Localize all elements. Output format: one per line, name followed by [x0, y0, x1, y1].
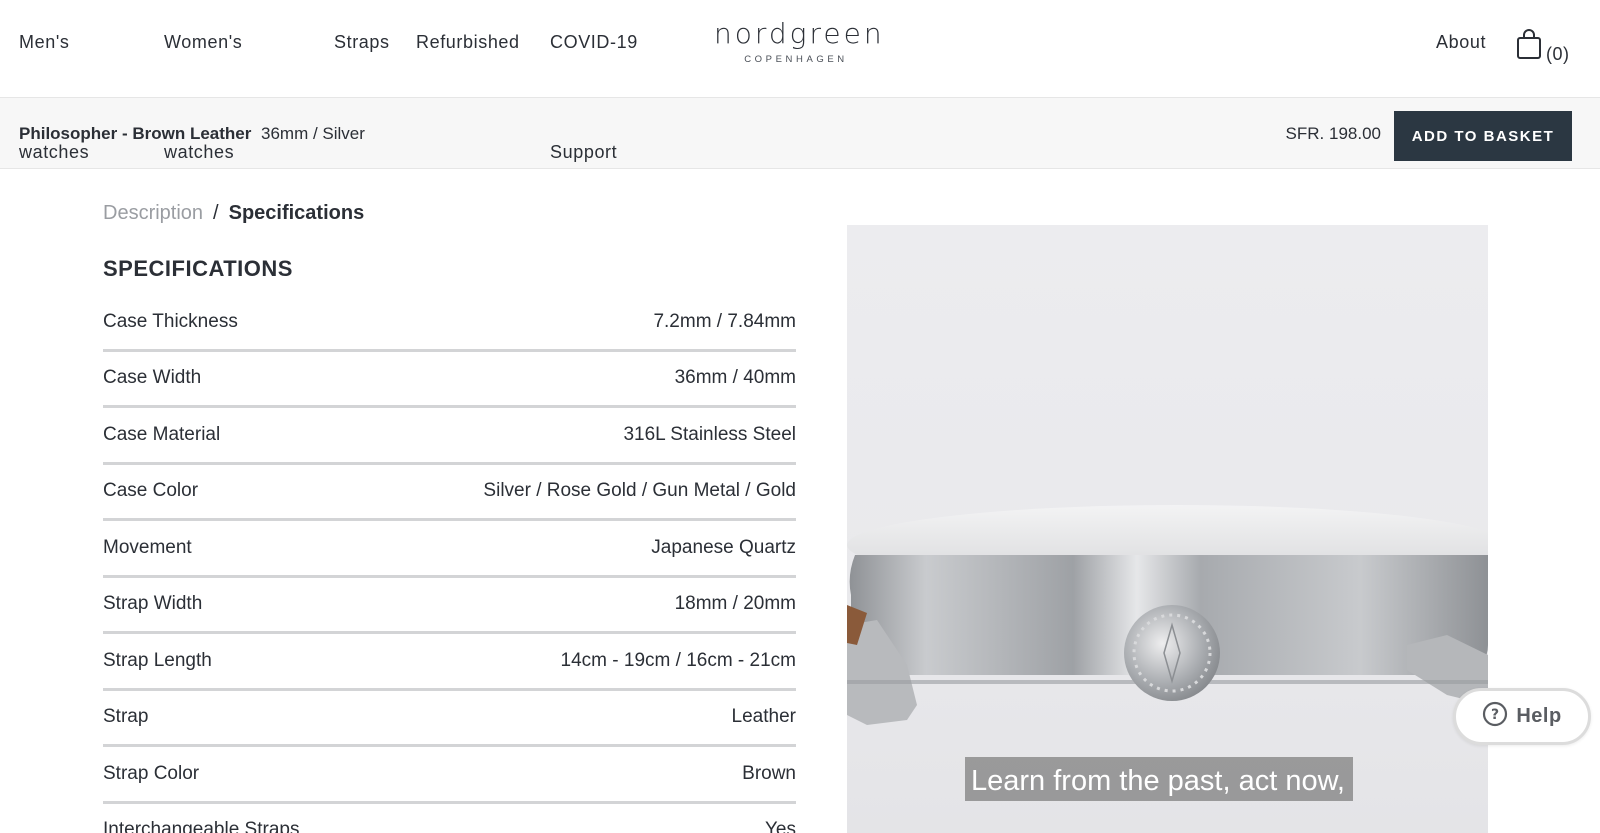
spec-row: Strap Leather: [103, 691, 796, 747]
nav-covid-label[interactable]: COVID-19: [550, 32, 638, 52]
add-to-basket-button[interactable]: ADD TO BASKET: [1394, 111, 1572, 161]
spec-label: Strap Width: [103, 593, 203, 615]
spec-value: 36mm / 40mm: [674, 367, 796, 389]
spec-row: Case Width 36mm / 40mm: [103, 352, 796, 408]
nav-womens-watches[interactable]: Women's: [164, 32, 242, 53]
svg-text:?: ?: [1491, 707, 1499, 723]
nav-covid-support[interactable]: COVID-19: [550, 32, 638, 53]
video-caption: Learn from the past, act now,: [965, 757, 1353, 801]
logo-wordmark: nordgreen: [714, 17, 885, 50]
content-tabs: Description / Specifications: [103, 202, 364, 225]
spec-value: Brown: [742, 762, 796, 784]
tab-description[interactable]: Description: [103, 202, 203, 224]
nav-refurbished[interactable]: Refurbished: [416, 32, 520, 53]
nav-womens-sublabel[interactable]: watches: [164, 142, 234, 163]
cart-count: (0): [1546, 44, 1570, 64]
brand-logo[interactable]: nordgreen COPENHAGEN: [714, 17, 885, 66]
product-price: SFR. 198.00: [1285, 124, 1381, 143]
spec-value: Japanese Quartz: [651, 536, 796, 558]
help-button[interactable]: ? Help: [1453, 688, 1591, 745]
nav-mens-watches[interactable]: Men's: [19, 32, 69, 53]
tab-specifications[interactable]: Specifications: [229, 202, 365, 224]
spec-row: Strap Length 14cm - 19cm / 16cm - 21cm: [103, 634, 796, 691]
spec-label: Strap Color: [103, 762, 200, 784]
spec-value: 18mm / 20mm: [674, 593, 796, 615]
specifications-heading: SPECIFICATIONS: [103, 256, 293, 281]
spec-label: Case Thickness: [103, 310, 238, 332]
spec-label: Case Material: [103, 423, 221, 445]
spec-value: Silver / Rose Gold / Gun Metal / Gold: [483, 480, 796, 502]
spec-value: Leather: [731, 706, 796, 728]
spec-row: Case Material 316L Stainless Steel: [103, 408, 796, 465]
nav-covid-sublabel[interactable]: Support: [550, 142, 617, 163]
tab-separator: /: [213, 202, 219, 224]
nav-mens-label[interactable]: Men's: [19, 32, 69, 52]
spec-row: Movement Japanese Quartz: [103, 521, 796, 578]
shopping-bag-icon: [1516, 29, 1542, 65]
specifications-table: Case Thickness 7.2mm / 7.84mm Case Width 3…: [103, 295, 796, 833]
nav-straps[interactable]: Straps: [334, 32, 390, 53]
spec-row: Strap Width 18mm / 20mm: [103, 578, 796, 634]
nav-about[interactable]: About: [1436, 32, 1486, 53]
spec-label: Movement: [103, 536, 192, 558]
spec-label: Case Color: [103, 480, 199, 502]
product-variant: 36mm / Silver: [261, 124, 365, 143]
spec-value: 7.2mm / 7.84mm: [653, 310, 796, 332]
help-label: Help: [1516, 705, 1562, 727]
spec-row: Case Thickness 7.2mm / 7.84mm: [103, 295, 796, 352]
spec-label: Strap Length: [103, 649, 212, 671]
spec-value: 316L Stainless Steel: [623, 423, 796, 445]
spec-label: Interchangeable Straps: [103, 819, 300, 833]
cart-button[interactable]: (0): [1516, 29, 1570, 65]
spec-label: Case Width: [103, 367, 202, 389]
logo-tagline: COPENHAGEN: [744, 54, 848, 65]
product-video[interactable]: Learn from the past, act now,: [847, 225, 1488, 833]
spec-row: Case Color Silver / Rose Gold / Gun Metal…: [103, 465, 796, 521]
product-name: Philosopher - Brown Leather: [19, 124, 252, 143]
product-sticky-bar: Philosopher - Brown Leather 36mm / Silve…: [0, 97, 1600, 169]
watch-side-illustration: [847, 505, 1488, 725]
question-circle-icon: ?: [1482, 701, 1508, 732]
spec-value: Yes: [765, 819, 796, 833]
spec-value: 14cm - 19cm / 16cm - 21cm: [560, 649, 796, 671]
top-navigation: Men's Women's Straps Refurbished COVID-1…: [0, 0, 1600, 97]
spec-label: Strap: [103, 706, 149, 728]
nav-womens-label[interactable]: Women's: [164, 32, 242, 52]
spec-row: Strap Color Brown: [103, 747, 796, 804]
nav-mens-sublabel[interactable]: watches: [19, 142, 89, 163]
spec-row: Interchangeable Straps Yes: [103, 804, 796, 833]
